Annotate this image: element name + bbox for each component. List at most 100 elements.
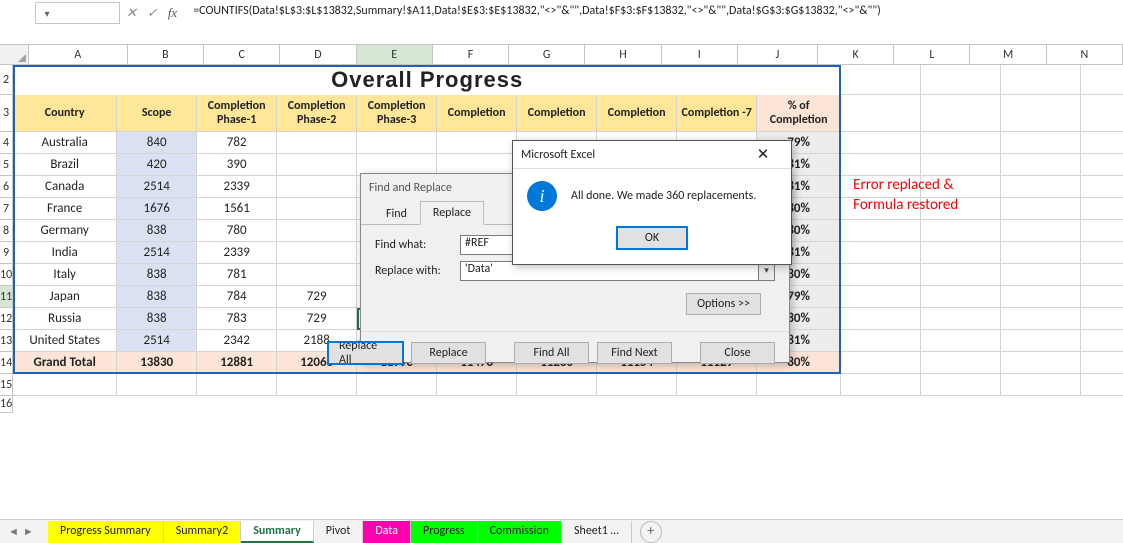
- cell[interactable]: [1001, 242, 1081, 264]
- cell[interactable]: [841, 352, 921, 374]
- header-phase3[interactable]: Completion Phase-3: [357, 95, 437, 132]
- cell[interactable]: [277, 198, 357, 220]
- cell[interactable]: [1081, 286, 1123, 308]
- find-next-button[interactable]: Find Next: [597, 342, 672, 364]
- cell[interactable]: [1001, 132, 1081, 154]
- cell[interactable]: [1081, 198, 1123, 220]
- cell[interactable]: 2514: [117, 242, 197, 264]
- row-header-4[interactable]: 4: [0, 132, 13, 154]
- row-header-11[interactable]: 11: [0, 286, 13, 308]
- row-header-14[interactable]: 14: [0, 352, 13, 374]
- cell[interactable]: 420: [117, 154, 197, 176]
- col-header-I[interactable]: I: [662, 45, 738, 64]
- cell[interactable]: 838: [117, 286, 197, 308]
- cell[interactable]: [437, 132, 517, 154]
- sheet-nav-arrows[interactable]: ◄ ►: [0, 525, 48, 538]
- col-header-K[interactable]: K: [818, 45, 894, 64]
- cell[interactable]: [841, 65, 921, 95]
- cell[interactable]: [841, 95, 921, 132]
- header-phase4[interactable]: Completion: [437, 95, 517, 132]
- row-header-12[interactable]: 12: [0, 308, 13, 330]
- cell[interactable]: [277, 242, 357, 264]
- col-header-M[interactable]: M: [970, 45, 1046, 64]
- sheet-tab[interactable]: Pivot: [314, 521, 364, 543]
- cell[interactable]: [277, 176, 357, 198]
- cell[interactable]: 12881: [197, 352, 277, 374]
- header-pct[interactable]: % of Completion: [757, 95, 841, 132]
- cell[interactable]: [1001, 264, 1081, 286]
- cell[interactable]: 2514: [117, 330, 197, 352]
- cell[interactable]: 1561: [197, 198, 277, 220]
- cell[interactable]: 840: [117, 132, 197, 154]
- name-box[interactable]: ▾: [35, 2, 120, 24]
- cell[interactable]: 2339: [197, 242, 277, 264]
- col-header-E[interactable]: E: [357, 45, 433, 64]
- row-header-3[interactable]: 3: [0, 95, 13, 132]
- cell[interactable]: 2339: [197, 176, 277, 198]
- cell[interactable]: [357, 374, 437, 396]
- cancel-icon[interactable]: ✕: [126, 6, 137, 21]
- row-header-7[interactable]: 7: [0, 198, 13, 220]
- add-sheet-button[interactable]: +: [640, 521, 662, 543]
- cell[interactable]: Grand Total: [13, 352, 117, 374]
- cell[interactable]: Russia: [13, 308, 117, 330]
- sheet-tab[interactable]: Data: [363, 521, 411, 543]
- cell[interactable]: 838: [117, 264, 197, 286]
- cell[interactable]: [517, 374, 597, 396]
- cell[interactable]: [921, 264, 1001, 286]
- table-title[interactable]: Overall Progress: [13, 65, 841, 95]
- formula-input[interactable]: =COUNTIFS(Data!$L$3:$L$13832,Summary!$A1…: [189, 2, 1123, 24]
- dropdown-icon[interactable]: ▾: [40, 7, 54, 20]
- cell[interactable]: Canada: [13, 176, 117, 198]
- cell[interactable]: [841, 132, 921, 154]
- col-header-L[interactable]: L: [894, 45, 970, 64]
- confirm-icon[interactable]: ✓: [147, 6, 158, 21]
- cell[interactable]: [1001, 220, 1081, 242]
- header-phase7[interactable]: Completion -7: [677, 95, 757, 132]
- cell[interactable]: Japan: [13, 286, 117, 308]
- cell[interactable]: [1001, 374, 1081, 396]
- header-country[interactable]: Country: [13, 95, 117, 132]
- cell[interactable]: 729: [277, 308, 357, 330]
- cell[interactable]: 729: [277, 286, 357, 308]
- cell[interactable]: 780: [197, 220, 277, 242]
- row-header-13[interactable]: 13: [0, 330, 13, 352]
- replace-button[interactable]: Replace: [411, 342, 486, 364]
- sheet-tab[interactable]: Commission: [478, 521, 562, 543]
- select-all-triangle[interactable]: [0, 45, 29, 64]
- col-header-F[interactable]: F: [433, 45, 509, 64]
- cell[interactable]: [841, 264, 921, 286]
- nav-left-icon[interactable]: ◄: [8, 525, 19, 538]
- cell[interactable]: [841, 308, 921, 330]
- cell[interactable]: [1001, 154, 1081, 176]
- cell[interactable]: [1001, 65, 1081, 95]
- cell[interactable]: [1001, 95, 1081, 132]
- cell[interactable]: 2514: [117, 176, 197, 198]
- cell[interactable]: [1001, 308, 1081, 330]
- cell[interactable]: [357, 132, 437, 154]
- cell[interactable]: [1081, 154, 1123, 176]
- cell[interactable]: [921, 308, 1001, 330]
- sheet-tab[interactable]: Progress: [411, 521, 478, 543]
- row-header-10[interactable]: 10: [0, 264, 13, 286]
- cell[interactable]: [1081, 65, 1123, 95]
- col-header-N[interactable]: N: [1047, 45, 1123, 64]
- cell[interactable]: [921, 154, 1001, 176]
- cell[interactable]: 784: [197, 286, 277, 308]
- cell[interactable]: [197, 374, 277, 396]
- cell[interactable]: [597, 374, 677, 396]
- cell[interactable]: [677, 374, 757, 396]
- cell[interactable]: [1001, 330, 1081, 352]
- col-header-J[interactable]: J: [738, 45, 818, 64]
- row-header-15[interactable]: 15: [0, 374, 13, 396]
- cell[interactable]: [921, 330, 1001, 352]
- header-phase2[interactable]: Completion Phase-2: [277, 95, 357, 132]
- cell[interactable]: [841, 330, 921, 352]
- cell[interactable]: [277, 374, 357, 396]
- tab-replace[interactable]: Replace: [420, 201, 484, 225]
- row-header-6[interactable]: 6: [0, 176, 13, 198]
- header-phase6[interactable]: Completion: [597, 95, 677, 132]
- cell[interactable]: 390: [197, 154, 277, 176]
- col-header-C[interactable]: C: [204, 45, 280, 64]
- cell[interactable]: India: [13, 242, 117, 264]
